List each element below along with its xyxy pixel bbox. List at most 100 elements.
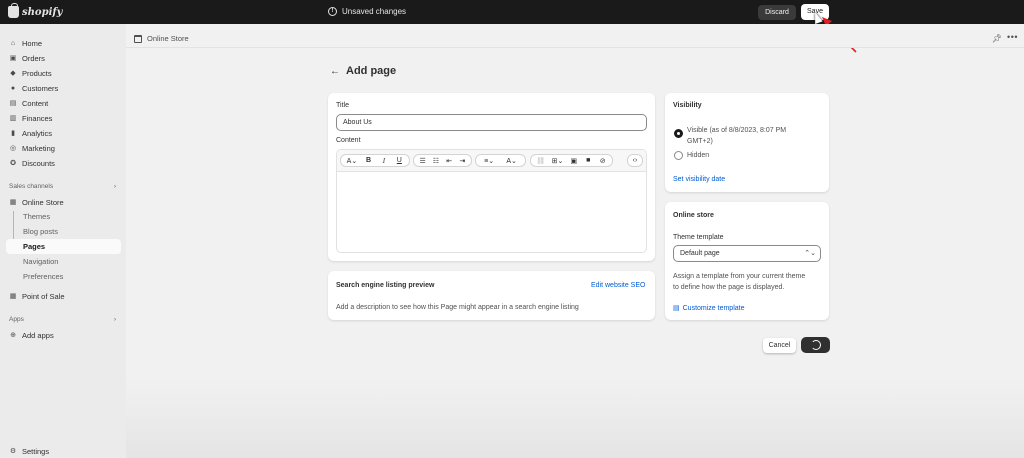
- sidebar-item-label: Finances: [22, 114, 53, 123]
- sidebar-item-content[interactable]: ▤ Content: [9, 98, 49, 109]
- bottom-fade: [126, 380, 1024, 458]
- back-arrow-icon[interactable]: ←: [330, 66, 340, 77]
- sales-channels-label: Sales channels: [9, 183, 54, 190]
- editor-toolbar: A⌄ B I U ☰ ☷ ⇤ ⇥ ≡⌄ A⌄ ⛓︎ ⊞⌄ ▣ ■ ⊘ ‹›: [337, 150, 646, 172]
- bullet-list-icon[interactable]: ☰: [419, 157, 427, 165]
- subnav-item-navigation[interactable]: Navigation: [23, 257, 58, 268]
- link-icon[interactable]: ⛓︎: [536, 157, 545, 165]
- sidebar-item-label: Orders: [22, 54, 45, 63]
- orders-icon: ▣: [9, 54, 17, 62]
- discount-icon: ✪: [10, 159, 16, 167]
- align-color-group: ≡⌄ A⌄: [475, 154, 526, 167]
- sidebar: ⌂ Home ▣ Orders ◆ Products ● Customers ▤…: [0, 24, 126, 458]
- template-help-text: Assign a template from your current them…: [673, 271, 805, 293]
- sidebar-item-label: Customers: [22, 84, 59, 93]
- visible-label-line-1: Visible (as of 8/8/2023, 8:07 PM: [687, 127, 787, 134]
- video-icon[interactable]: ■: [584, 157, 592, 164]
- content-icon: ▤: [9, 99, 17, 107]
- sidebar-item-orders[interactable]: ▣ Orders: [9, 53, 45, 64]
- sidebar-item-marketing[interactable]: ◎ Marketing: [9, 143, 55, 154]
- customize-template-link[interactable]: ▤ Customize template: [673, 304, 745, 313]
- text-color-icon[interactable]: A⌄: [506, 157, 517, 165]
- context-title-text: Online Store: [147, 34, 189, 43]
- visible-label: Visible (as of 8/8/2023, 8:07 PM GMT+2): [687, 125, 786, 147]
- visibility-heading: Visibility: [673, 102, 702, 109]
- subnav-item-pages[interactable]: Pages: [23, 242, 45, 253]
- customize-template-label: Customize template: [682, 304, 745, 312]
- customize-icon: ▤: [673, 305, 680, 312]
- context-title: Online Store: [134, 34, 189, 43]
- code-icon[interactable]: ‹›: [631, 157, 639, 164]
- person-icon: ●: [10, 84, 16, 92]
- sidebar-item-online-store[interactable]: ▦ Online Store: [9, 197, 64, 208]
- shopify-logo[interactable]: shopify: [8, 3, 63, 19]
- pin-icon[interactable]: 📌︎: [992, 34, 1002, 43]
- numbered-list-icon[interactable]: ☷: [432, 157, 440, 165]
- underline-icon[interactable]: U: [395, 157, 403, 164]
- target-icon: ◎: [9, 144, 17, 152]
- shopify-bag-icon: [8, 3, 19, 18]
- edit-seo-link[interactable]: Edit website SEO: [591, 282, 645, 289]
- visible-radio[interactable]: [674, 129, 683, 138]
- sidebar-item-label: Online Store: [22, 198, 64, 207]
- subnav-item-themes[interactable]: Themes: [23, 212, 50, 223]
- discard-button[interactable]: Discard: [758, 5, 796, 20]
- set-visibility-date-link[interactable]: Set visibility date: [673, 176, 725, 183]
- top-bar: shopify ! Unsaved changes Discard Save: [0, 0, 1024, 24]
- title-label: Title: [336, 102, 349, 109]
- save-loading-button[interactable]: [801, 337, 830, 353]
- rich-text-editor[interactable]: A⌄ B I U ☰ ☷ ⇤ ⇥ ≡⌄ A⌄ ⛓︎ ⊞⌄ ▣ ■ ⊘ ‹›: [336, 149, 647, 253]
- sidebar-item-add-apps[interactable]: ⊕ Add apps: [9, 330, 54, 341]
- theme-template-select[interactable]: Default page ⌃⌄: [673, 245, 821, 262]
- template-help-line-2: to define how the page is displayed.: [673, 284, 785, 291]
- gear-icon: ⚙: [9, 447, 17, 455]
- subnav-item-preferences[interactable]: Preferences: [23, 272, 63, 283]
- apps-header[interactable]: Apps ›: [9, 316, 116, 323]
- table-icon[interactable]: ⊞⌄: [552, 157, 564, 165]
- sidebar-item-settings[interactable]: ⚙ Settings: [9, 447, 49, 456]
- sidebar-item-customers[interactable]: ● Customers: [9, 83, 58, 94]
- brand-name: shopify: [22, 6, 63, 18]
- theme-template-label: Theme template: [673, 234, 724, 241]
- theme-template-value: Default page: [680, 250, 720, 257]
- sidebar-item-label: Content: [22, 99, 49, 108]
- sales-channels-header[interactable]: Sales channels ›: [9, 183, 116, 190]
- store-icon: [134, 34, 142, 43]
- unsaved-status: ! Unsaved changes: [328, 7, 406, 16]
- sidebar-item-discounts[interactable]: ✪ Discounts: [9, 158, 55, 169]
- subnav-item-blog-posts[interactable]: Blog posts: [23, 227, 58, 238]
- sidebar-item-label: Analytics: [22, 129, 53, 138]
- sidebar-item-label: Settings: [22, 447, 50, 456]
- tag-icon: ◆: [10, 69, 16, 77]
- sidebar-item-home[interactable]: ⌂ Home: [9, 38, 42, 49]
- page-header: ← Add page: [330, 65, 396, 77]
- image-icon[interactable]: ▣: [570, 157, 578, 165]
- italic-icon[interactable]: I: [380, 157, 388, 165]
- insert-group: ⛓︎ ⊞⌄ ▣ ■ ⊘: [530, 154, 613, 167]
- cancel-button[interactable]: Cancel: [763, 338, 796, 353]
- block-icon[interactable]: ⊘: [599, 157, 607, 165]
- outdent-icon[interactable]: ⇤: [445, 157, 453, 165]
- sidebar-item-analytics[interactable]: ▮ Analytics: [9, 128, 52, 139]
- select-chevron-icon: ⌃⌄: [804, 250, 816, 257]
- sidebar-item-point-of-sale[interactable]: ▦ Point of Sale: [9, 291, 65, 302]
- align-icon[interactable]: ≡⌄: [484, 157, 494, 165]
- alert-icon: !: [328, 7, 337, 16]
- chevron-right-icon: ›: [113, 183, 116, 190]
- home-icon: ⌂: [10, 39, 16, 47]
- sidebar-item-label: Add apps: [22, 331, 54, 340]
- indent-icon[interactable]: ⇥: [458, 157, 466, 165]
- bank-icon: ▥: [9, 114, 17, 122]
- more-icon[interactable]: •••: [1007, 32, 1018, 42]
- title-input[interactable]: About Us: [336, 114, 647, 131]
- font-style-icon[interactable]: A⌄: [347, 157, 358, 165]
- bold-icon[interactable]: B: [365, 157, 373, 164]
- template-help-line-1: Assign a template from your current them…: [673, 273, 806, 280]
- hidden-radio[interactable]: [674, 151, 683, 160]
- text-format-group: A⌄ B I U: [340, 154, 410, 167]
- plus-circle-icon: ⊕: [10, 331, 16, 339]
- sidebar-item-products[interactable]: ◆ Products: [9, 68, 51, 79]
- sidebar-item-finances[interactable]: ▥ Finances: [9, 113, 53, 124]
- seo-heading: Search engine listing preview: [336, 282, 435, 289]
- html-group: ‹›: [627, 154, 643, 167]
